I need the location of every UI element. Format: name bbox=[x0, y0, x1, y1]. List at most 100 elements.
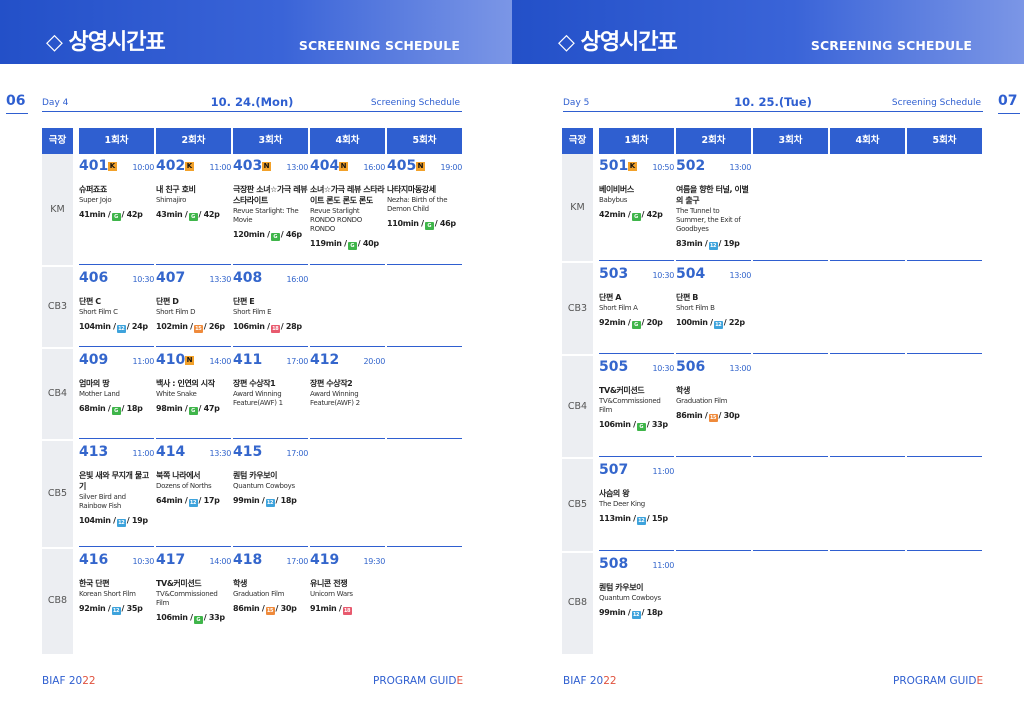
screening-time: 13:00 bbox=[729, 163, 751, 172]
film-meta: 113min /12/ 15p bbox=[599, 514, 674, 525]
screening-header: 408 16:00 bbox=[233, 270, 308, 290]
screening-cell[interactable]: 506 13:00 학생 Graduation Film 86min /15/ 30p bbox=[676, 359, 751, 422]
guide-page: / 20p bbox=[641, 318, 663, 327]
screening-code: 418 bbox=[233, 552, 263, 568]
guide-page: / 19p bbox=[718, 239, 740, 248]
film-meta: 104min /12/ 19p bbox=[79, 516, 154, 527]
screening-cell[interactable]: 405 N 19:00 나타지마동강세 Nezha: Birth of the Demo… bbox=[387, 158, 462, 230]
guide-page: / 42p bbox=[121, 210, 143, 219]
film-title-en: Revue Starlight RONDO RONDO RONDO bbox=[310, 207, 362, 233]
screening-cell[interactable]: 414 13:30 북쪽 나라에서 Dozens of Norths 64min /12… bbox=[156, 444, 231, 507]
screening-cell[interactable]: 404 N 16:00 소녀☆가극 레뷰 스타라이트 론도 론도 론도 Revue St… bbox=[310, 158, 385, 250]
film-title-en: Super Jojo bbox=[79, 196, 112, 204]
screening-cell[interactable]: 415 17:00 퀀텀 카우보이 Quantum Cowboys 99min /12/… bbox=[233, 444, 308, 507]
screening-time: 10:00 bbox=[132, 163, 154, 172]
screening-cell[interactable]: 505 10:30 TV&커미션드 TV&Commissioned Film 106mi… bbox=[599, 359, 674, 431]
film-title-ko: 여름을 향한 터널, 이별의 출구 bbox=[676, 185, 749, 205]
row-divider bbox=[156, 264, 231, 265]
rating-icon: 15 bbox=[708, 414, 718, 422]
screening-code: 415 bbox=[233, 444, 263, 460]
row-divider bbox=[79, 346, 154, 347]
screening-cell[interactable]: 408 16:00 단편 E Short Film E 106min /18/ 28p bbox=[233, 270, 308, 333]
screening-time: 11:00 bbox=[132, 357, 154, 366]
header-round-4: 4회차 bbox=[830, 128, 905, 154]
screening-cell[interactable]: 410 N 14:00 백사 : 인연의 시작 White Snake 98min / G /… bbox=[156, 352, 231, 415]
page-number: 06 bbox=[6, 93, 26, 109]
screening-cell[interactable]: 409 11:00 엄마의 땅 Mother Land 68min / G/ 18p bbox=[79, 352, 154, 415]
screening-code: 401 bbox=[79, 158, 109, 174]
screening-cell[interactable]: 407 13:30 단편 D Short Film D 102min /15/ 26p bbox=[156, 270, 231, 333]
running-time: 86min / bbox=[676, 411, 708, 420]
header-venue: 극장 bbox=[562, 128, 593, 154]
guide-page: / 17p bbox=[198, 496, 220, 505]
row-divider bbox=[676, 353, 751, 354]
screening-cell[interactable]: 501 K 10:50 베이비버스 Babybus 42min / G/ 42p bbox=[599, 158, 674, 221]
footer-biaf: BIAF 20 bbox=[563, 675, 604, 687]
film-title-en: White Snake bbox=[156, 390, 197, 398]
film-meta: 99min /12/ 18p bbox=[233, 496, 308, 507]
schedule-title: ◇ 상영시간표 bbox=[46, 30, 166, 55]
screening-header: 504 13:00 bbox=[676, 266, 751, 286]
film-meta: 98min / G/ 47p bbox=[156, 404, 231, 415]
row-divider bbox=[907, 456, 982, 457]
venue-cell: KM bbox=[42, 154, 73, 266]
film-title-ko: 단편 C bbox=[79, 297, 101, 306]
footer-left: BIAF 2022 bbox=[42, 675, 96, 687]
film-title-ko: 유니콘 전쟁 bbox=[310, 579, 348, 588]
venue-cell: CB5 bbox=[562, 458, 593, 552]
screening-header: 507 11:00 bbox=[599, 462, 674, 482]
screening-cell[interactable]: 412 20:00 장편 수상작2 Award Winning Feature(AWF… bbox=[310, 352, 385, 408]
rating-icon: G bbox=[347, 242, 357, 250]
screening-cell[interactable]: 508 11:00 퀀텀 카우보이 Quantum Cowboys 99min /12/… bbox=[599, 556, 674, 619]
header-banner: ◇ 상영시간표 SCREENING SCHEDULE bbox=[512, 0, 1024, 64]
screening-cell[interactable]: 416 10:30 한국 단편 Korean Short Film 92min /12/… bbox=[79, 552, 154, 615]
screening-cell[interactable]: 403 N 13:00 극장판 소녀☆가극 레뷰 스타라이트 Revue Starlig… bbox=[233, 158, 308, 241]
row-divider bbox=[676, 456, 751, 457]
film-title-en: Korean Short Film bbox=[79, 590, 136, 598]
row-divider bbox=[387, 438, 462, 439]
screening-cell[interactable]: 507 11:00 사슴의 왕 The Deer King 113min /12/ 15… bbox=[599, 462, 674, 525]
screening-cell[interactable]: 413 11:00 은빛 새와 무지개 물고기 Silver Bird and Rai… bbox=[79, 444, 154, 527]
rating-icon: 15 bbox=[265, 607, 275, 615]
screening-cell[interactable]: 418 17:00 학생 Graduation Film 86min /15/ 30p bbox=[233, 552, 308, 615]
screening-code: 419 bbox=[310, 552, 340, 568]
screening-time: 10:50 bbox=[652, 163, 674, 172]
row-divider bbox=[599, 456, 674, 457]
screening-header: 506 13:00 bbox=[676, 359, 751, 379]
screening-header: 414 13:30 bbox=[156, 444, 231, 464]
header-round-1: 1회차 bbox=[599, 128, 674, 154]
guide-page: / 18p bbox=[275, 496, 297, 505]
film-title-en: TV&Commissioned Film bbox=[156, 590, 218, 607]
guide-page: / 30p bbox=[275, 604, 297, 613]
film-meta: 106min /18/ 28p bbox=[233, 322, 308, 333]
film-meta: 83min /12/ 19p bbox=[676, 239, 751, 250]
running-time: 83min / bbox=[676, 239, 708, 248]
rating-icon: G bbox=[270, 233, 280, 241]
row-divider bbox=[233, 264, 308, 265]
screening-cell[interactable]: 504 13:00 단편 B Short Film B 100min /12/ 22p bbox=[676, 266, 751, 329]
screening-header: 417 14:00 bbox=[156, 552, 231, 572]
screening-cell[interactable]: 503 10:30 단편 A Short Film A 92min / G/ 20p bbox=[599, 266, 674, 329]
screening-cell[interactable]: 502 13:00 여름을 향한 터널, 이별의 출구 The Tunnel to S… bbox=[676, 158, 751, 250]
screening-cell[interactable]: 401 K 10:00 슈퍼죠죠 Super Jojo 41min / G/ 42p bbox=[79, 158, 154, 221]
screening-cell[interactable]: 406 10:30 단편 C Short Film C 104min /12/ 24p bbox=[79, 270, 154, 333]
header-round-3: 3회차 bbox=[233, 128, 308, 154]
premiere-badge: N bbox=[185, 356, 194, 365]
header-round-1: 1회차 bbox=[79, 128, 154, 154]
venue-cell: CB4 bbox=[42, 348, 73, 440]
screening-cell[interactable]: 402 K 11:00 내 친구 호비 Shimajiro 43min / G/ 42p bbox=[156, 158, 231, 221]
screening-code: 416 bbox=[79, 552, 109, 568]
film-meta: 64min /12/ 17p bbox=[156, 496, 231, 507]
film-title-en: Graduation Film bbox=[233, 590, 285, 598]
screening-cell[interactable]: 419 19:30 유니콘 전쟁 Unicorn Wars 91min /18 bbox=[310, 552, 385, 615]
row-divider bbox=[907, 353, 982, 354]
page-number-underline bbox=[998, 113, 1020, 114]
film-title-ko: 백사 : 인연의 시작 bbox=[156, 379, 215, 388]
screening-cell[interactable]: 417 14:00 TV&커미션드 TV&Commissioned Film 106mi… bbox=[156, 552, 231, 624]
screening-time: 14:00 bbox=[209, 557, 231, 566]
screening-code: 404 bbox=[310, 158, 340, 174]
schedule-title: ◇ 상영시간표 bbox=[558, 30, 678, 55]
screening-cell[interactable]: 411 17:00 장편 수상작1 Award Winning Feature(AWF… bbox=[233, 352, 308, 408]
screening-time: 19:30 bbox=[363, 557, 385, 566]
venue-label: KM bbox=[570, 202, 585, 213]
